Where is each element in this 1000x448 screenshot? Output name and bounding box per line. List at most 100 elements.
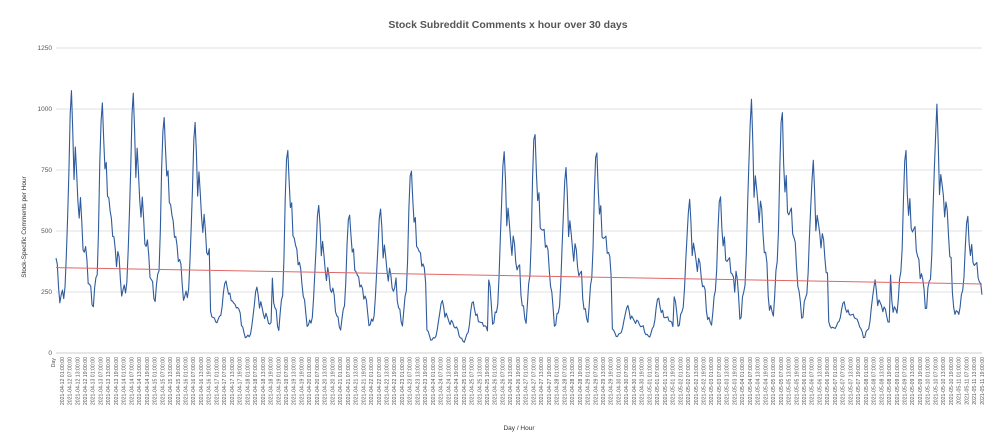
x-tick-label: 2021-05-05 01:00:00 xyxy=(771,357,777,405)
x-tick-label: 2021-05-01 19:00:00 xyxy=(671,357,677,405)
x-tick-label: 2021-04-14 13:00:00 xyxy=(137,357,143,405)
line-chart: Stock Subreddit Comments x hour over 30 … xyxy=(21,19,986,432)
x-tick-label: 2021-05-05 13:00:00 xyxy=(787,357,793,405)
trend-line xyxy=(55,267,983,285)
x-tick-label: 2021-05-10 07:00:00 xyxy=(933,357,939,405)
x-tick-label: 2021-04-24 01:00:00 xyxy=(431,357,437,405)
x-tick-label: 2021-04-15 01:00:00 xyxy=(153,357,159,405)
x-tick-label: 2021-05-10 19:00:00 xyxy=(949,357,955,405)
x-tick-label: 2021-04-27 19:00:00 xyxy=(547,357,553,405)
x-tick-label: 2021-04-28 13:00:00 xyxy=(570,357,576,405)
x-tick-label: 2021-04-12 07:00:00 xyxy=(68,357,74,405)
x-tick-label: 2021-05-03 13:00:00 xyxy=(725,357,731,405)
x-tick-label: 2021-04-16 19:00:00 xyxy=(207,357,213,405)
x-tick-label: 2021-04-23 01:00:00 xyxy=(400,357,406,405)
x-tick-label: 2021-04-23 07:00:00 xyxy=(408,357,414,405)
x-tick-label: 2021-05-04 13:00:00 xyxy=(756,357,762,405)
x-tick-label: 2021-04-20 13:00:00 xyxy=(323,357,329,405)
x-tick-label: 2021-05-03 01:00:00 xyxy=(709,357,715,405)
x-tick-label: 2021-04-16 01:00:00 xyxy=(184,357,190,405)
x-tick-label: 2021-04-15 19:00:00 xyxy=(176,357,182,405)
x-tick-label: 2021-05-05 19:00:00 xyxy=(794,357,800,405)
x-tick-label: 2021-04-30 01:00:00 xyxy=(616,357,622,405)
x-tick-label: 2021-04-20 07:00:00 xyxy=(315,357,321,405)
x-tick-label: 2021-04-20 01:00:00 xyxy=(307,357,313,405)
x-tick-label: 2021-04-27 07:00:00 xyxy=(531,357,537,405)
x-tick-label: 2021-04-13 19:00:00 xyxy=(114,357,120,405)
x-tick-label: 2021-04-28 01:00:00 xyxy=(555,357,561,405)
x-tick-label: 2021-05-08 01:00:00 xyxy=(864,357,870,405)
x-tick-label: 2021-04-27 01:00:00 xyxy=(524,357,530,405)
x-tick-label: 2021-05-09 07:00:00 xyxy=(902,357,908,405)
x-tick-label: 2021-04-20 19:00:00 xyxy=(330,357,336,405)
x-tick-label: 2021-05-02 07:00:00 xyxy=(686,357,692,405)
x-tick-label: 2021-05-10 01:00:00 xyxy=(926,357,932,405)
x-tick-label: 2021-04-17 07:00:00 xyxy=(222,357,228,405)
x-tick-label: 2021-05-03 07:00:00 xyxy=(717,357,723,405)
x-tick-label: 2021-05-01 07:00:00 xyxy=(655,357,661,405)
x-tick-label: 2021-04-22 01:00:00 xyxy=(369,357,375,405)
x-tick-label: 2021-05-03 19:00:00 xyxy=(732,357,738,405)
x-tick-label: 2021-04-25 19:00:00 xyxy=(485,357,491,405)
x-tick-label: 2021-05-04 07:00:00 xyxy=(748,357,754,405)
x-tick-label: 2021-05-06 19:00:00 xyxy=(825,357,831,405)
x-axis-label: Day / Hour xyxy=(503,425,535,432)
x-tick-label: 2021-04-17 19:00:00 xyxy=(238,357,244,405)
x-tick-label: 2021-04-25 13:00:00 xyxy=(477,357,483,405)
x-tick-label: 2021-04-29 19:00:00 xyxy=(609,357,615,405)
x-tick-label: 2021-04-22 13:00:00 xyxy=(385,357,391,405)
x-tick-label: 2021-04-15 13:00:00 xyxy=(168,357,174,405)
x-tick-label: 2021-04-25 01:00:00 xyxy=(462,357,468,405)
x-tick-label: 2021-05-05 07:00:00 xyxy=(779,357,785,405)
x-tick-label: 2021-05-09 01:00:00 xyxy=(895,357,901,405)
x-tick-label: 2021-04-23 19:00:00 xyxy=(423,357,429,405)
x-tick-label: 2021-04-14 07:00:00 xyxy=(129,357,135,405)
x-tick-label: 2021-04-29 07:00:00 xyxy=(593,357,599,405)
x-tick-label: 2021-04-16 13:00:00 xyxy=(199,357,205,405)
x-tick-label: 2021-04-13 01:00:00 xyxy=(91,357,97,405)
x-tick-label: 2021-05-10 13:00:00 xyxy=(941,357,947,405)
x-tick-label: 2021-05-11 19:00:00 xyxy=(980,357,986,405)
x-tick-label: 2021-05-01 13:00:00 xyxy=(663,357,669,405)
x-tick-label: 2021-05-07 19:00:00 xyxy=(856,357,862,405)
x-tick-label: 2021-04-12 13:00:00 xyxy=(75,357,81,405)
x-tick-label: 2021-05-09 19:00:00 xyxy=(918,357,924,405)
x-tick-label: 2021-04-16 07:00:00 xyxy=(191,357,197,405)
x-tick-label: 2021-04-12 19:00:00 xyxy=(83,357,89,405)
x-tick-label: 2021-04-13 13:00:00 xyxy=(106,357,112,405)
chart-title: Stock Subreddit Comments x hour over 30 … xyxy=(388,19,627,31)
x-tick-label: 2021-04-18 01:00:00 xyxy=(245,357,251,405)
x-tick-label: 2021-04-17 13:00:00 xyxy=(230,357,236,405)
x-tick-label: 2021-04-13 07:00:00 xyxy=(98,357,104,405)
x-tick-label: 2021-04-18 19:00:00 xyxy=(269,357,275,405)
x-tick-label: 2021-04-19 13:00:00 xyxy=(292,357,298,405)
x-tick-label: 2021-05-07 01:00:00 xyxy=(833,357,839,405)
y-tick-250: 250 xyxy=(41,289,52,296)
x-tick-label: 2021-04-21 19:00:00 xyxy=(361,357,367,405)
x-tick-label: 2021-05-09 13:00:00 xyxy=(910,357,916,405)
x-tick-label: 2021-05-02 01:00:00 xyxy=(678,357,684,405)
y-tick-labels: 0 250 500 750 1000 1250 xyxy=(38,45,53,357)
x-tick-label: 2021-04-26 13:00:00 xyxy=(508,357,514,405)
x-axis-corner-label: Day xyxy=(51,358,57,368)
x-tick-label: 2021-04-27 13:00:00 xyxy=(539,357,545,405)
y-tick-1000: 1000 xyxy=(38,106,53,113)
x-tick-label: 2021-04-25 07:00:00 xyxy=(470,357,476,405)
x-tick-labels: 2021-04-12 01:00:00 2021-04-12 07:00:00 20… xyxy=(60,357,986,405)
x-tick-label: 2021-04-30 19:00:00 xyxy=(640,357,646,405)
x-tick-label: 2021-04-14 01:00:00 xyxy=(122,357,128,405)
x-tick-label: 2021-04-22 19:00:00 xyxy=(392,357,398,405)
x-tick-label: 2021-05-02 13:00:00 xyxy=(694,357,700,405)
x-tick-label: 2021-05-11 01:00:00 xyxy=(957,357,963,405)
y-tick-500: 500 xyxy=(41,228,52,235)
x-tick-label: 2021-05-07 07:00:00 xyxy=(841,357,847,405)
y-tick-750: 750 xyxy=(41,167,52,174)
x-tick-label: 2021-04-14 19:00:00 xyxy=(145,357,151,405)
x-tick-label: 2021-04-26 01:00:00 xyxy=(493,357,499,405)
x-tick-label: 2021-04-19 07:00:00 xyxy=(284,357,290,405)
x-tick-label: 2021-04-18 13:00:00 xyxy=(261,357,267,405)
x-tick-label: 2021-04-22 07:00:00 xyxy=(377,357,383,405)
y-gridlines xyxy=(56,47,982,293)
x-tick-label: 2021-04-18 07:00:00 xyxy=(253,357,259,405)
x-tick-label: 2021-04-17 01:00:00 xyxy=(214,357,220,405)
